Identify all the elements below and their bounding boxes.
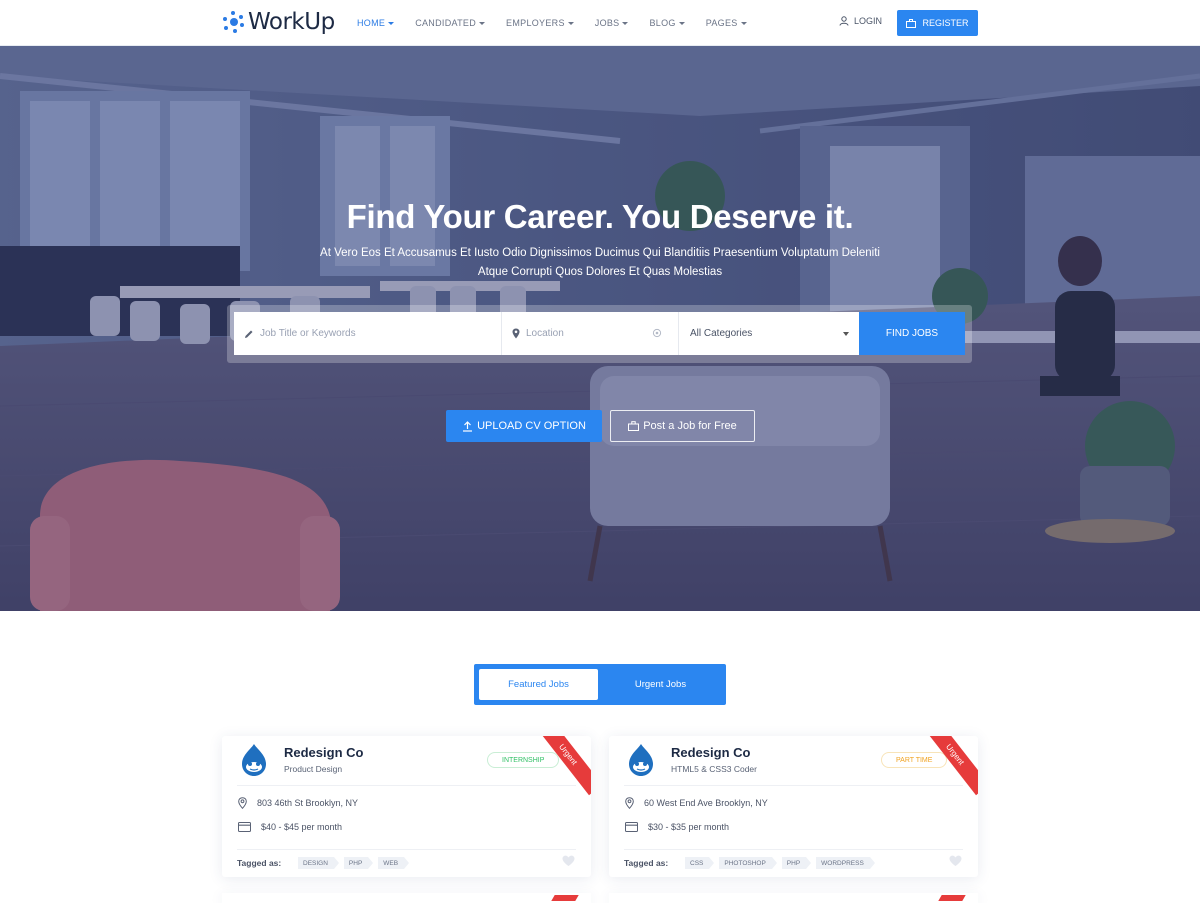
brand-logo[interactable]: WorkUp (222, 8, 335, 36)
heart-icon[interactable] (949, 855, 962, 867)
hero-title: Find Your Career. You Deserve it. (346, 198, 854, 235)
job-card-partial (609, 893, 978, 903)
job-role: HTML5 & CSS3 Coder (671, 764, 757, 774)
tag[interactable]: CSS (685, 857, 715, 869)
locate-me-icon[interactable] (652, 328, 662, 338)
job-role: Product Design (284, 764, 343, 774)
logo-mark-icon (222, 11, 244, 33)
card-divider (624, 785, 963, 786)
tag[interactable]: PHP (781, 857, 812, 869)
card-divider (624, 849, 963, 850)
main-menu: HOME CANDIDATED EMPLOYERS JOBS BLOG PAGE… (357, 0, 768, 46)
drupal-logo-icon (242, 744, 266, 776)
card-divider (237, 849, 576, 850)
login-label: LOGIN (854, 16, 883, 26)
menu-blog[interactable]: BLOG (649, 18, 685, 28)
credit-card-icon (238, 822, 251, 832)
hero-subtitle-line-2: Atque Corrupti Quos Dolores Et Quas Mole… (477, 266, 723, 278)
job-salary-text: $30 - $35 per month (648, 822, 730, 832)
map-pin-icon (512, 328, 520, 339)
location-placeholder: Location (526, 328, 564, 339)
tag[interactable]: WEB (378, 857, 409, 869)
menu-employers[interactable]: EMPLOYERS (506, 18, 574, 28)
menu-candidated[interactable]: CANDIDATED (415, 18, 486, 28)
job-type-badge: INTERNSHIP (487, 752, 560, 768)
urgent-ribbon-partial (551, 895, 579, 901)
hero-subtitle-line-1: At Vero Eos Et Accusamus Et Iusto Odio D… (320, 247, 880, 259)
heart-icon[interactable] (562, 855, 575, 867)
register-label: REGISTER (922, 18, 969, 28)
briefcase-icon (906, 18, 917, 28)
job-address: 60 West End Ave Brooklyn, NY (625, 797, 768, 809)
upload-icon (463, 420, 473, 432)
keywords-placeholder: Job Title or Keywords (260, 328, 356, 339)
menu-home[interactable]: HOME (357, 18, 395, 28)
job-salary: $30 - $35 per month (625, 822, 729, 832)
user-icon (839, 16, 849, 26)
post-job-button[interactable]: Post a Job for Free (610, 410, 755, 442)
post-job-label: Post a Job for Free (643, 420, 737, 432)
map-pin-icon (625, 797, 634, 809)
hero-subtitle: At Vero Eos Et Accusamus Et Iusto Odio D… (300, 244, 900, 282)
job-card[interactable]: Redesign Co Product Design INTERNSHIP Ur… (222, 736, 591, 877)
urgent-ribbon-partial (938, 895, 966, 901)
hero-section: Find Your Career. You Deserve it. At Ver… (0, 46, 1200, 611)
tagged-label: Tagged as: (237, 858, 282, 868)
location-input[interactable]: Location (502, 312, 679, 355)
tagged-label: Tagged as: (624, 858, 669, 868)
job-type-badge: PART TIME (881, 752, 948, 768)
caret-down-icon (388, 21, 395, 25)
register-button[interactable]: REGISTER (897, 10, 978, 36)
caret-down-icon (622, 21, 629, 25)
caret-down-icon (479, 21, 486, 25)
upload-cv-button[interactable]: UPLOAD CV OPTION (446, 410, 602, 442)
pencil-icon (245, 330, 253, 338)
tag[interactable]: PHOTOSHOP (719, 857, 778, 869)
job-card-partial (222, 893, 591, 903)
tag-list: DESIGN PHP WEB (298, 857, 414, 869)
tag-list: CSS PHOTOSHOP PHP WORDPRESS (685, 857, 880, 869)
menu-pages[interactable]: PAGES (706, 18, 747, 28)
category-select[interactable]: All Categories (679, 312, 859, 355)
map-pin-icon (238, 797, 247, 809)
job-card[interactable]: Redesign Co HTML5 & CSS3 Coder PART TIME… (609, 736, 978, 877)
tab-featured-jobs[interactable]: Featured Jobs (479, 669, 598, 700)
tag[interactable]: DESIGN (298, 857, 339, 869)
job-salary: $40 - $45 per month (238, 822, 342, 832)
job-search-fields: Job Title or Keywords Location All Categ… (234, 312, 965, 355)
menu-jobs[interactable]: JOBS (595, 18, 629, 28)
company-name[interactable]: Redesign Co (284, 745, 363, 760)
tab-urgent-jobs[interactable]: Urgent Jobs (600, 669, 721, 700)
job-address: 803 46th St Brooklyn, NY (238, 797, 358, 809)
caret-down-icon (740, 21, 747, 25)
drupal-logo-icon (629, 744, 653, 776)
company-name[interactable]: Redesign Co (671, 745, 750, 760)
login-link[interactable]: LOGIN (839, 16, 882, 26)
job-salary-text: $40 - $45 per month (261, 822, 343, 832)
job-address-text: 60 West End Ave Brooklyn, NY (644, 798, 768, 808)
find-jobs-button[interactable]: FIND JOBS (859, 312, 965, 355)
credit-card-icon (625, 822, 638, 832)
job-tabs: Featured Jobs Urgent Jobs (474, 664, 726, 705)
top-navbar: WorkUp HOME CANDIDATED EMPLOYERS JOBS BL… (0, 0, 1200, 46)
brand-name: WorkUp (248, 9, 335, 35)
upload-cv-label: UPLOAD CV OPTION (477, 420, 586, 432)
tag[interactable]: WORDPRESS (816, 857, 875, 869)
card-divider (237, 785, 576, 786)
briefcase-icon (628, 421, 640, 431)
caret-down-icon (678, 21, 685, 25)
keywords-input[interactable]: Job Title or Keywords (234, 312, 502, 355)
category-selected: All Categories (690, 328, 753, 339)
tag[interactable]: PHP (343, 857, 374, 869)
chevron-down-icon (843, 332, 849, 336)
job-address-text: 803 46th St Brooklyn, NY (257, 798, 359, 808)
caret-down-icon (567, 21, 574, 25)
job-search-bar: Job Title or Keywords Location All Categ… (227, 305, 972, 363)
